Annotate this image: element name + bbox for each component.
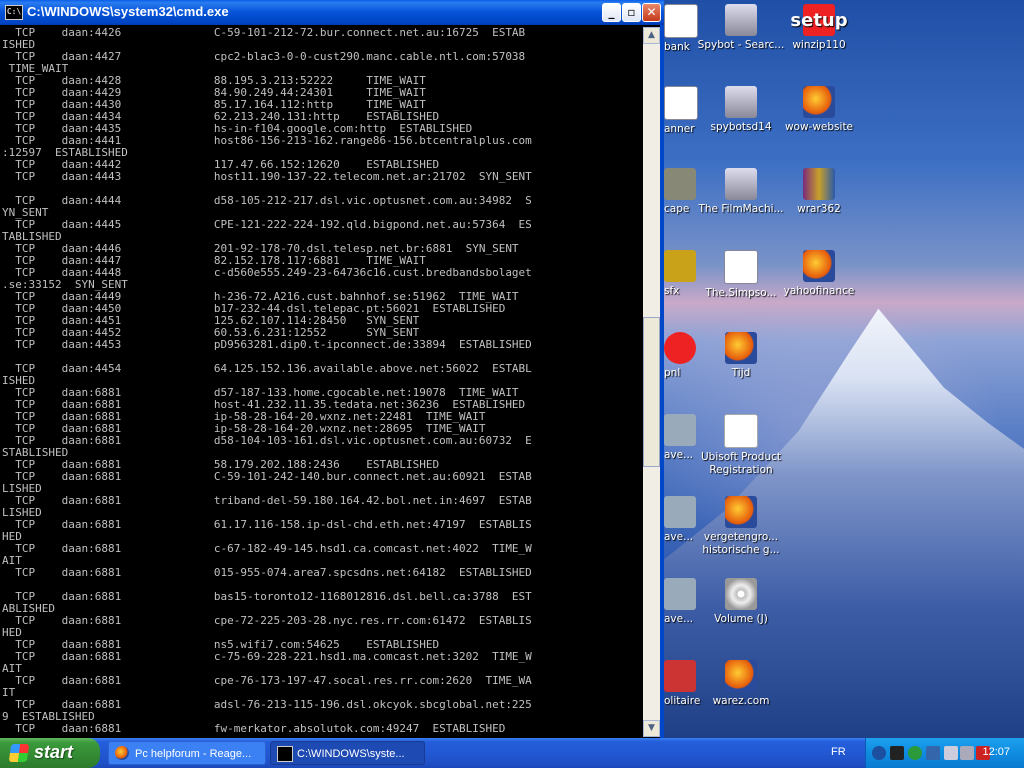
- system-tray: 12:07: [865, 738, 1024, 768]
- console-line: TCP daan:6881 cpe-72-225-203-28.nyc.res.…: [2, 614, 532, 627]
- window-title: C:\WINDOWS\system32\cmd.exe: [27, 4, 229, 19]
- minimize-button[interactable]: _: [602, 3, 621, 22]
- console-line: TCP daan:6881 triband-del-59.180.164.42.…: [2, 494, 532, 507]
- firefox-icon: [725, 660, 757, 692]
- console-line: TCP daan:6881 fw-merkator.absolutok.com:…: [2, 722, 506, 735]
- firefox-icon: [725, 332, 757, 364]
- desktop-icon-simpsons[interactable]: The.Simpso...: [696, 250, 786, 300]
- console-line: TCP daan:6881 61.17.116-158.ip-dsl-chd.e…: [2, 518, 532, 531]
- taskbar-item-label: Pc helpforum - Reage...: [135, 748, 252, 760]
- dog-icon[interactable]: [890, 746, 904, 760]
- app-icon: [664, 332, 696, 364]
- console-line: TCP daan:6881 adsl-76-213-115-196.dsl.ok…: [2, 698, 532, 711]
- cmd-window[interactable]: C:\ C:\WINDOWS\system32\cmd.exe _ ▫ ✕ TC…: [0, 0, 664, 738]
- setup-icon: setup: [790, 4, 848, 36]
- desktop-icon-wow-website[interactable]: wow-website: [774, 86, 864, 134]
- desktop-icon-spybot-search[interactable]: Spybot - Searc...: [696, 4, 786, 52]
- start-button[interactable]: start: [0, 738, 100, 768]
- console-line: TCP daan:6881 c-67-182-49-145.hsd1.ca.co…: [2, 542, 532, 555]
- spybot-icon: [725, 86, 757, 118]
- arrow-down-icon: ▼: [648, 723, 655, 733]
- console-line: TCP daan:6881 015-955-074.area7.spcsdns.…: [2, 566, 532, 579]
- document-icon: [664, 86, 698, 120]
- desktop-icon-winzip110[interactable]: setup winzip110: [774, 4, 864, 52]
- firefox-icon: [803, 86, 835, 118]
- windows-flag-icon: [8, 744, 30, 762]
- desktop-icon-warez[interactable]: warez.com: [696, 660, 786, 708]
- console-line: TCP daan:4444 d58-105-212-217.dsl.vic.op…: [2, 194, 532, 207]
- scrollbar-thumb[interactable]: [643, 317, 660, 467]
- desktop-icon-ubisoft-registration[interactable]: Ubisoft Product Registration: [696, 414, 786, 477]
- pen-icon: [724, 414, 758, 448]
- app-icon: [664, 250, 696, 282]
- clock: 12:07: [982, 746, 1010, 758]
- app-icon: [664, 496, 696, 528]
- desktop-icon-volume-j[interactable]: Volume (J): [696, 578, 786, 626]
- window-border: [660, 25, 664, 738]
- desktop-icon-tijd[interactable]: Tijd: [696, 332, 786, 380]
- spybot-icon: [725, 168, 757, 200]
- user-icon[interactable]: [926, 746, 940, 760]
- console-line: TCP daan:4454 64.125.152.136.available.a…: [2, 362, 532, 375]
- cd-icon: [725, 578, 757, 610]
- desktop-icon-wrar362[interactable]: wrar362: [774, 168, 864, 216]
- microphone-icon[interactable]: [960, 746, 974, 760]
- vertical-scrollbar[interactable]: ▲ ▼: [643, 27, 660, 737]
- app-icon: [664, 414, 696, 446]
- arrow-up-icon: ▲: [648, 30, 655, 40]
- scroll-up-button[interactable]: ▲: [643, 27, 660, 44]
- app-icon: [664, 578, 696, 610]
- window-titlebar[interactable]: C:\ C:\WINDOWS\system32\cmd.exe _ ▫ ✕: [0, 0, 664, 25]
- console-line: TCP daan:4427 cpc2-blac3-0-0-cust290.man…: [2, 50, 526, 63]
- language-indicator[interactable]: FR: [831, 746, 846, 758]
- close-icon: ✕: [646, 5, 657, 19]
- spybot-icon: [725, 4, 757, 36]
- app-icon: [664, 168, 696, 200]
- restore-icon: ▫: [627, 5, 636, 19]
- start-label: start: [34, 742, 74, 762]
- console-line: TCP daan:4443 host11.190-137-22.telecom.…: [2, 170, 532, 183]
- minimize-icon: _: [608, 5, 615, 19]
- show-hidden-icons-icon[interactable]: [872, 746, 886, 760]
- console-line: TCP daan:4453 pD9563281.dip0.t-ipconnect…: [2, 338, 532, 351]
- taskbar-item-label: C:\WINDOWS\syste...: [297, 748, 405, 760]
- cmd-icon: [277, 746, 293, 762]
- document-icon: [724, 250, 758, 284]
- close-button[interactable]: ✕: [642, 3, 661, 22]
- messenger-icon[interactable]: [944, 746, 958, 760]
- console-line: TCP daan:6881 cpe-76-173-197-47.socal.re…: [2, 674, 532, 687]
- desktop-icon-vergetengro[interactable]: vergetengro... historische g...: [696, 496, 786, 557]
- cmd-icon: C:\: [5, 5, 23, 20]
- restore-button[interactable]: ▫: [622, 3, 641, 22]
- scroll-down-button[interactable]: ▼: [643, 720, 660, 737]
- console-line: TCP daan:6881 d58-104-103-161.dsl.vic.op…: [2, 434, 532, 447]
- firefox-icon: [803, 250, 835, 282]
- desktop-icon-yahoofinance[interactable]: yahoofinance: [774, 250, 864, 298]
- taskbar-item-firefox[interactable]: Pc helpforum - Reage...: [108, 741, 266, 765]
- console-line: TCP daan:6881 bas15-toronto12-1168012816…: [2, 590, 532, 603]
- taskbar: start Pc helpforum - Reage... C:\WINDOWS…: [0, 738, 1024, 768]
- console-line: TCP daan:4426 C-59-101-212-72.bur.connec…: [2, 27, 526, 39]
- winrar-icon: [803, 168, 835, 200]
- console-line: TCP daan:6881 c-75-69-228-221.hsd1.ma.co…: [2, 650, 532, 663]
- desktop-icon-filmmachine[interactable]: The FilmMachi...: [696, 168, 786, 216]
- console-line: TCP daan:4445 CPE-121-222-224-192.qld.bi…: [2, 218, 532, 231]
- console-line: TCP daan:6881 C-59-101-242-140.bur.conne…: [2, 470, 532, 483]
- network-icon[interactable]: [908, 746, 922, 760]
- desktop-icon-spybotsd14[interactable]: spybotsd14: [696, 86, 786, 134]
- console-output[interactable]: TCP daan:4426 C-59-101-212-72.bur.connec…: [2, 27, 642, 737]
- firefox-icon: [115, 746, 129, 760]
- firefox-icon: [725, 496, 757, 528]
- document-icon: [664, 4, 698, 38]
- taskbar-item-cmd[interactable]: C:\WINDOWS\syste...: [270, 741, 425, 765]
- app-icon: [664, 660, 696, 692]
